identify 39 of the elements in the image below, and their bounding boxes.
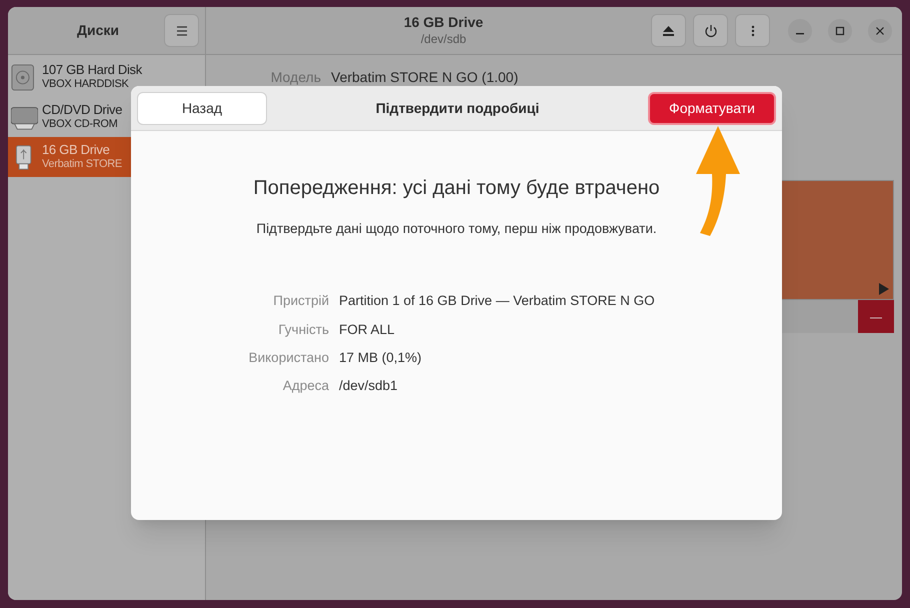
power-icon (704, 24, 718, 38)
disk-detail: Verbatim STORE (42, 158, 122, 172)
disk-name: 16 GB Drive (42, 142, 111, 158)
play-icon (879, 283, 889, 295)
detail-label: Гучність (277, 320, 329, 339)
delete-partition-button[interactable]: — (858, 300, 894, 333)
sidebar-title: Диски (76, 21, 120, 40)
minimize-icon (796, 32, 804, 34)
back-button[interactable]: Назад (137, 92, 267, 124)
detail-value: /dev/sdb1 (339, 377, 399, 395)
info-value: Verbatim STORE N GO (1.00) (331, 68, 518, 87)
detail-label: Пристрій (272, 292, 329, 310)
detail-label: Використано (248, 348, 329, 367)
more-icon (750, 24, 754, 36)
minimize-button[interactable] (788, 18, 812, 42)
menu-button[interactable] (164, 14, 199, 47)
disk-name: CD/DVD Drive (42, 102, 122, 118)
power-button[interactable] (693, 14, 728, 47)
detail-value: 17 MB (0,1%) (339, 348, 423, 367)
maximize-button[interactable] (828, 18, 852, 42)
format-button[interactable]: Форматувати (648, 92, 776, 124)
menu-icon (176, 26, 188, 36)
window-subtitle: /dev/sdb (420, 32, 466, 47)
close-button[interactable] (868, 18, 892, 42)
detail-label: Адреса (282, 377, 329, 395)
disk-detail: VBOX CD-ROM (42, 118, 119, 132)
detail-value: FOR ALL (339, 320, 396, 338)
dialog-title: Підтвердити подробиці (374, 98, 540, 118)
disk-name: 107 GB Hard Disk (42, 62, 142, 78)
warning-heading: Попередження: усі дані тому буде втрачено (253, 176, 660, 201)
window-title: 16 GB Drive (404, 14, 484, 32)
eject-button[interactable] (651, 14, 686, 47)
detail-value: Partition 1 of 16 GB Drive — Verbatim STORE N GO (339, 292, 656, 310)
maximize-icon (835, 26, 845, 36)
warning-message: Підтвердьте дані щодо поточного тому, перш ніж продовжувати. (256, 220, 657, 238)
close-icon (875, 26, 885, 36)
disk-detail: VBOX HARDDISK (42, 78, 130, 92)
eject-icon (663, 26, 674, 36)
info-label: Модель (270, 68, 321, 87)
